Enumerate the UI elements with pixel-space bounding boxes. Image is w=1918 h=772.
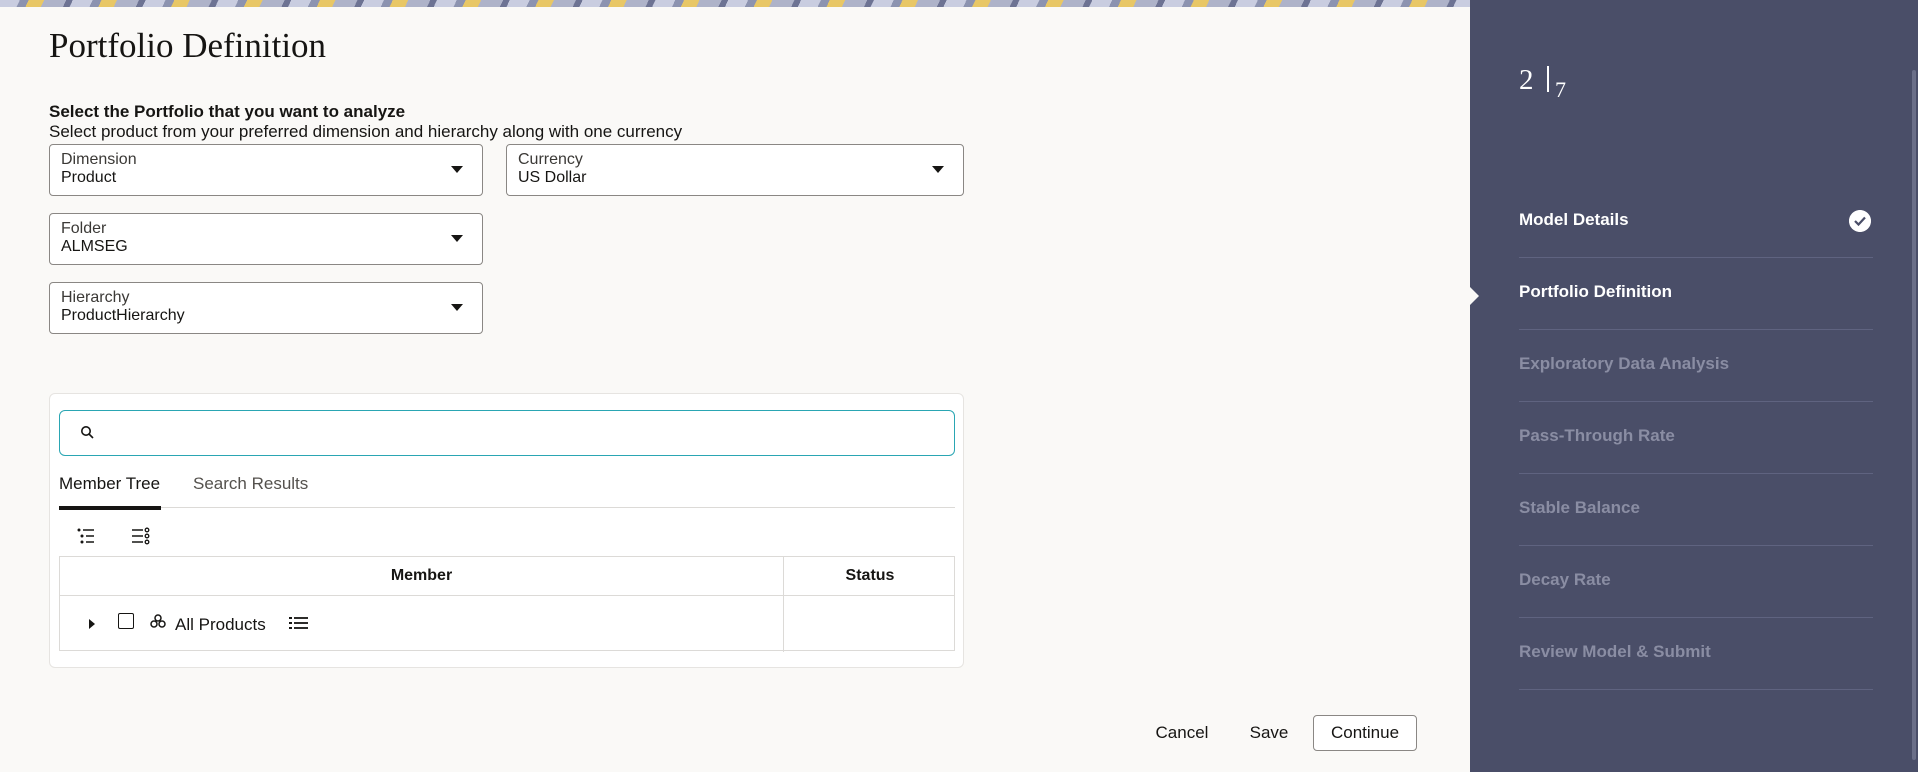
- step-portfolio-definition[interactable]: Portfolio Definition: [1519, 258, 1873, 330]
- dimension-label: Dimension: [61, 151, 137, 168]
- hierarchy-node-icon: [150, 614, 166, 628]
- dimension-select[interactable]: Dimension Product: [49, 144, 483, 196]
- column-header-status[interactable]: Status: [784, 567, 956, 585]
- main-content: Portfolio Definition Select the Portfoli…: [0, 7, 1470, 772]
- table-row[interactable]: All Products: [60, 596, 954, 652]
- step-label: Exploratory Data Analysis: [1519, 354, 1730, 373]
- current-step-pointer: [1470, 287, 1479, 305]
- column-header-member[interactable]: Member: [60, 567, 783, 585]
- step-label: Decay Rate: [1519, 570, 1611, 589]
- currency-value: US Dollar: [518, 169, 587, 186]
- grid-header: Member Status: [60, 557, 954, 596]
- step-pass-through-rate[interactable]: Pass-Through Rate: [1519, 402, 1873, 474]
- step-label: Review Model & Submit: [1519, 642, 1711, 661]
- step-decay-rate[interactable]: Decay Rate: [1519, 546, 1873, 618]
- step-model-details[interactable]: Model Details: [1519, 186, 1873, 258]
- continue-button[interactable]: Continue: [1313, 715, 1417, 751]
- cancel-button[interactable]: Cancel: [1146, 715, 1218, 751]
- member-label: All Products: [175, 615, 266, 634]
- chevron-down-icon: [932, 166, 944, 173]
- folder-select[interactable]: Folder ALMSEG: [49, 213, 483, 265]
- save-button[interactable]: Save: [1244, 715, 1294, 751]
- section-heading: Select the Portfolio that you want to an…: [49, 102, 406, 121]
- chevron-down-icon: [451, 304, 463, 311]
- decorative-banner: [0, 0, 1470, 7]
- folder-value: ALMSEG: [61, 238, 128, 255]
- hierarchy-value: ProductHierarchy: [61, 307, 185, 324]
- train-sidebar: 2 7 Model Details Portfolio Definition E…: [1470, 0, 1918, 772]
- hierarchy-label: Hierarchy: [61, 289, 130, 306]
- chevron-down-icon: [451, 166, 463, 173]
- section-subheading: Select product from your preferred dimen…: [49, 122, 683, 141]
- step-label: Stable Balance: [1519, 498, 1640, 517]
- total-steps-number: 7: [1555, 77, 1566, 102]
- step-review-model-submit[interactable]: Review Model & Submit: [1519, 618, 1873, 690]
- step-exploratory-data-analysis[interactable]: Exploratory Data Analysis: [1519, 330, 1873, 402]
- expand-triangle-icon[interactable]: [89, 619, 95, 629]
- step-label: Portfolio Definition: [1519, 282, 1672, 301]
- row-checkbox[interactable]: [118, 613, 134, 629]
- sidebar-scrollbar[interactable]: [1912, 70, 1916, 760]
- tab-search-results[interactable]: Search Results: [193, 474, 308, 508]
- currency-select[interactable]: Currency US Dollar: [506, 144, 964, 196]
- step-stable-balance[interactable]: Stable Balance: [1519, 474, 1873, 546]
- currency-label: Currency: [518, 151, 583, 168]
- checkmark-icon: [1849, 210, 1871, 232]
- hierarchy-select[interactable]: Hierarchy ProductHierarchy: [49, 282, 483, 334]
- folder-label: Folder: [61, 220, 107, 237]
- current-step-number: 2: [1519, 64, 1534, 96]
- step-label: Model Details: [1519, 210, 1629, 229]
- member-search-input[interactable]: [59, 410, 955, 456]
- dimension-value: Product: [61, 169, 117, 186]
- step-label: Pass-Through Rate: [1519, 426, 1675, 445]
- collapse-all-icon[interactable]: [130, 527, 152, 545]
- page-title: Portfolio Definition: [49, 26, 327, 65]
- search-icon: [81, 426, 94, 439]
- step-list: Model Details Portfolio Definition Explo…: [1519, 186, 1873, 690]
- tab-member-tree[interactable]: Member Tree: [59, 474, 161, 510]
- member-grid: Member Status All Products: [59, 556, 955, 652]
- member-tree-panel: Member Tree Search Results Member Status: [49, 393, 964, 668]
- list-details-icon[interactable]: [289, 616, 309, 632]
- step-counter-divider: [1547, 66, 1549, 92]
- expand-all-icon[interactable]: [76, 527, 98, 545]
- chevron-down-icon: [451, 235, 463, 242]
- tree-tabs: Member Tree Search Results: [59, 474, 955, 510]
